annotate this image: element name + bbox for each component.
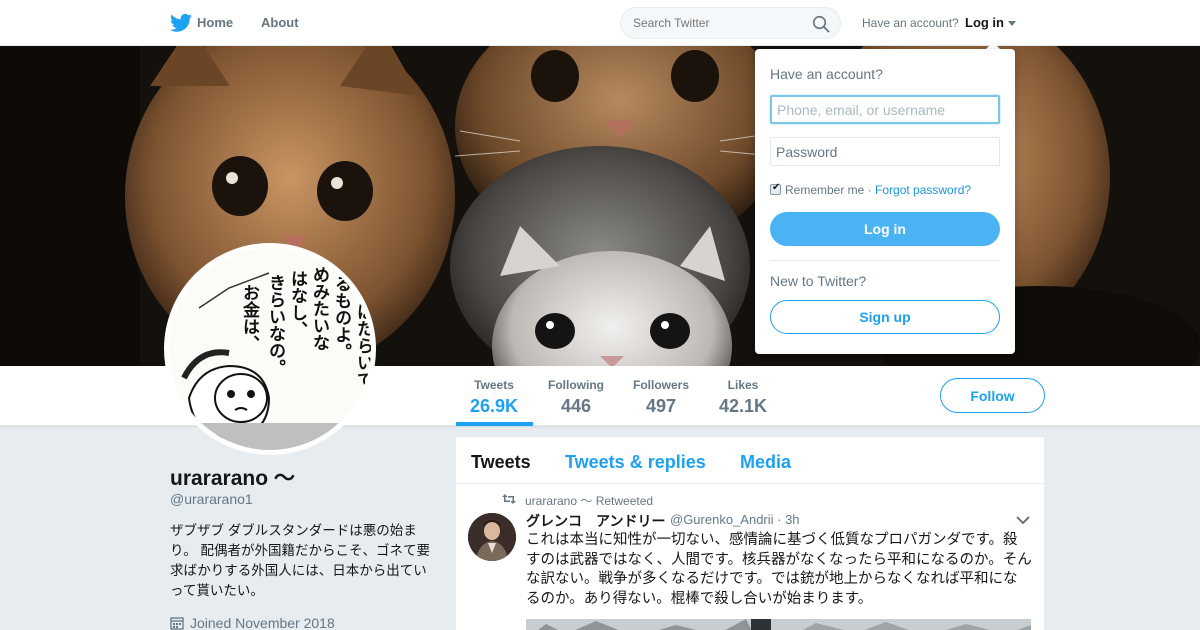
media-thumbnail bbox=[526, 619, 1031, 630]
active-stat-underline bbox=[456, 422, 533, 426]
stat-following[interactable]: Following 446 bbox=[546, 378, 606, 417]
stat-tweets-label: Tweets bbox=[474, 378, 514, 392]
tab-tweets-replies[interactable]: Tweets & replies bbox=[565, 452, 706, 473]
profile-name[interactable]: urararano 〜 bbox=[170, 462, 295, 492]
nav-login-link[interactable]: Log in bbox=[965, 15, 1004, 30]
remember-label[interactable]: Remember me bbox=[785, 183, 864, 197]
login-dropdown: Have an account? Remember me · Forgot pa… bbox=[755, 49, 1015, 354]
profile-handle[interactable]: @urararano1 bbox=[170, 491, 253, 507]
search-icon[interactable] bbox=[812, 15, 830, 33]
top-nav-bar: Home About Have an account? Log in bbox=[0, 0, 1200, 46]
manga-text-line: めみたいな bbox=[309, 266, 329, 351]
profile-bio: ザブザブ ダブルスタンダードは悪の始まり。 配偶者が外国籍だからこそ、ゴネて要求… bbox=[170, 523, 430, 598]
author-photo bbox=[468, 513, 516, 561]
joined-date: Joined November 2018 bbox=[170, 615, 335, 630]
dropdown-title: Have an account? bbox=[770, 66, 883, 82]
tab-tweets[interactable]: Tweets bbox=[471, 452, 531, 473]
stat-likes[interactable]: Likes 42.1K bbox=[717, 378, 769, 417]
search-input[interactable] bbox=[633, 16, 803, 30]
stat-likes-label: Likes bbox=[727, 378, 759, 392]
tweet-author-avatar[interactable] bbox=[468, 513, 516, 561]
stat-following-label: Following bbox=[548, 378, 604, 392]
stat-followers-value: 497 bbox=[645, 396, 677, 416]
search-box[interactable] bbox=[620, 7, 841, 39]
nav-home-link[interactable]: Home bbox=[197, 15, 233, 30]
joined-text: Joined November 2018 bbox=[190, 615, 335, 630]
stat-followers[interactable]: Followers 497 bbox=[631, 378, 691, 417]
follow-button[interactable]: Follow bbox=[940, 378, 1045, 413]
manga-avatar-image: めみたいな はなし、 きらいなの。 するものよ。 ぶんではたらいて お金は、 bbox=[169, 248, 371, 450]
calendar-icon bbox=[170, 617, 184, 630]
manga-text-line: お金は、 bbox=[239, 284, 261, 352]
twitter-bird-icon[interactable] bbox=[170, 13, 192, 33]
chevron-down-icon[interactable] bbox=[1016, 516, 1030, 525]
stat-following-value: 446 bbox=[560, 396, 592, 416]
stat-tweets[interactable]: Tweets 26.9K bbox=[470, 378, 518, 417]
password-field[interactable] bbox=[770, 137, 1000, 166]
timeline-tabs: Tweets Tweets & replies Media bbox=[456, 437, 1044, 484]
have-account-text: Have an account? bbox=[862, 16, 959, 30]
separator-dot: · bbox=[864, 183, 876, 197]
tab-media[interactable]: Media bbox=[740, 452, 791, 473]
nav-about-link[interactable]: About bbox=[261, 15, 299, 30]
forgot-password-link[interactable]: Forgot password? bbox=[875, 183, 971, 197]
tweet-text: これは本当に知性が一切ない、感情論に基づく低質なプロパガンダです。殺すのは武器で… bbox=[526, 532, 1032, 607]
divider bbox=[770, 260, 1000, 261]
tweet-media-image[interactable] bbox=[526, 619, 1031, 630]
retweeted-label[interactable]: urararano 〜 Retweeted bbox=[525, 492, 653, 509]
manga-text-line: きらいなの。 bbox=[265, 274, 285, 376]
remember-row: Remember me · Forgot password? bbox=[770, 182, 971, 197]
new-to-twitter-text: New to Twitter? bbox=[770, 273, 867, 289]
caret-down-icon[interactable] bbox=[1008, 21, 1016, 26]
remember-checkbox[interactable] bbox=[770, 182, 781, 195]
stat-likes-value: 42.1K bbox=[718, 396, 768, 416]
tweet-author-handle[interactable]: @Gurenko_Andrii · 3h bbox=[670, 512, 800, 527]
username-field[interactable] bbox=[770, 95, 1000, 124]
stat-followers-label: Followers bbox=[632, 378, 689, 392]
profile-avatar[interactable]: めみたいな はなし、 きらいなの。 するものよ。 ぶんではたらいて お金は、 bbox=[164, 243, 376, 455]
timeline: Tweets Tweets & replies Media urararano … bbox=[456, 437, 1044, 630]
manga-text-line: はなし、 bbox=[287, 270, 307, 338]
stat-tweets-value: 26.9K bbox=[470, 396, 519, 416]
login-button[interactable]: Log in bbox=[770, 212, 1000, 246]
signup-button[interactable]: Sign up bbox=[770, 300, 1000, 334]
tweet-author-name[interactable]: グレンコ アンドリー bbox=[526, 511, 665, 531]
retweet-icon bbox=[502, 494, 516, 504]
